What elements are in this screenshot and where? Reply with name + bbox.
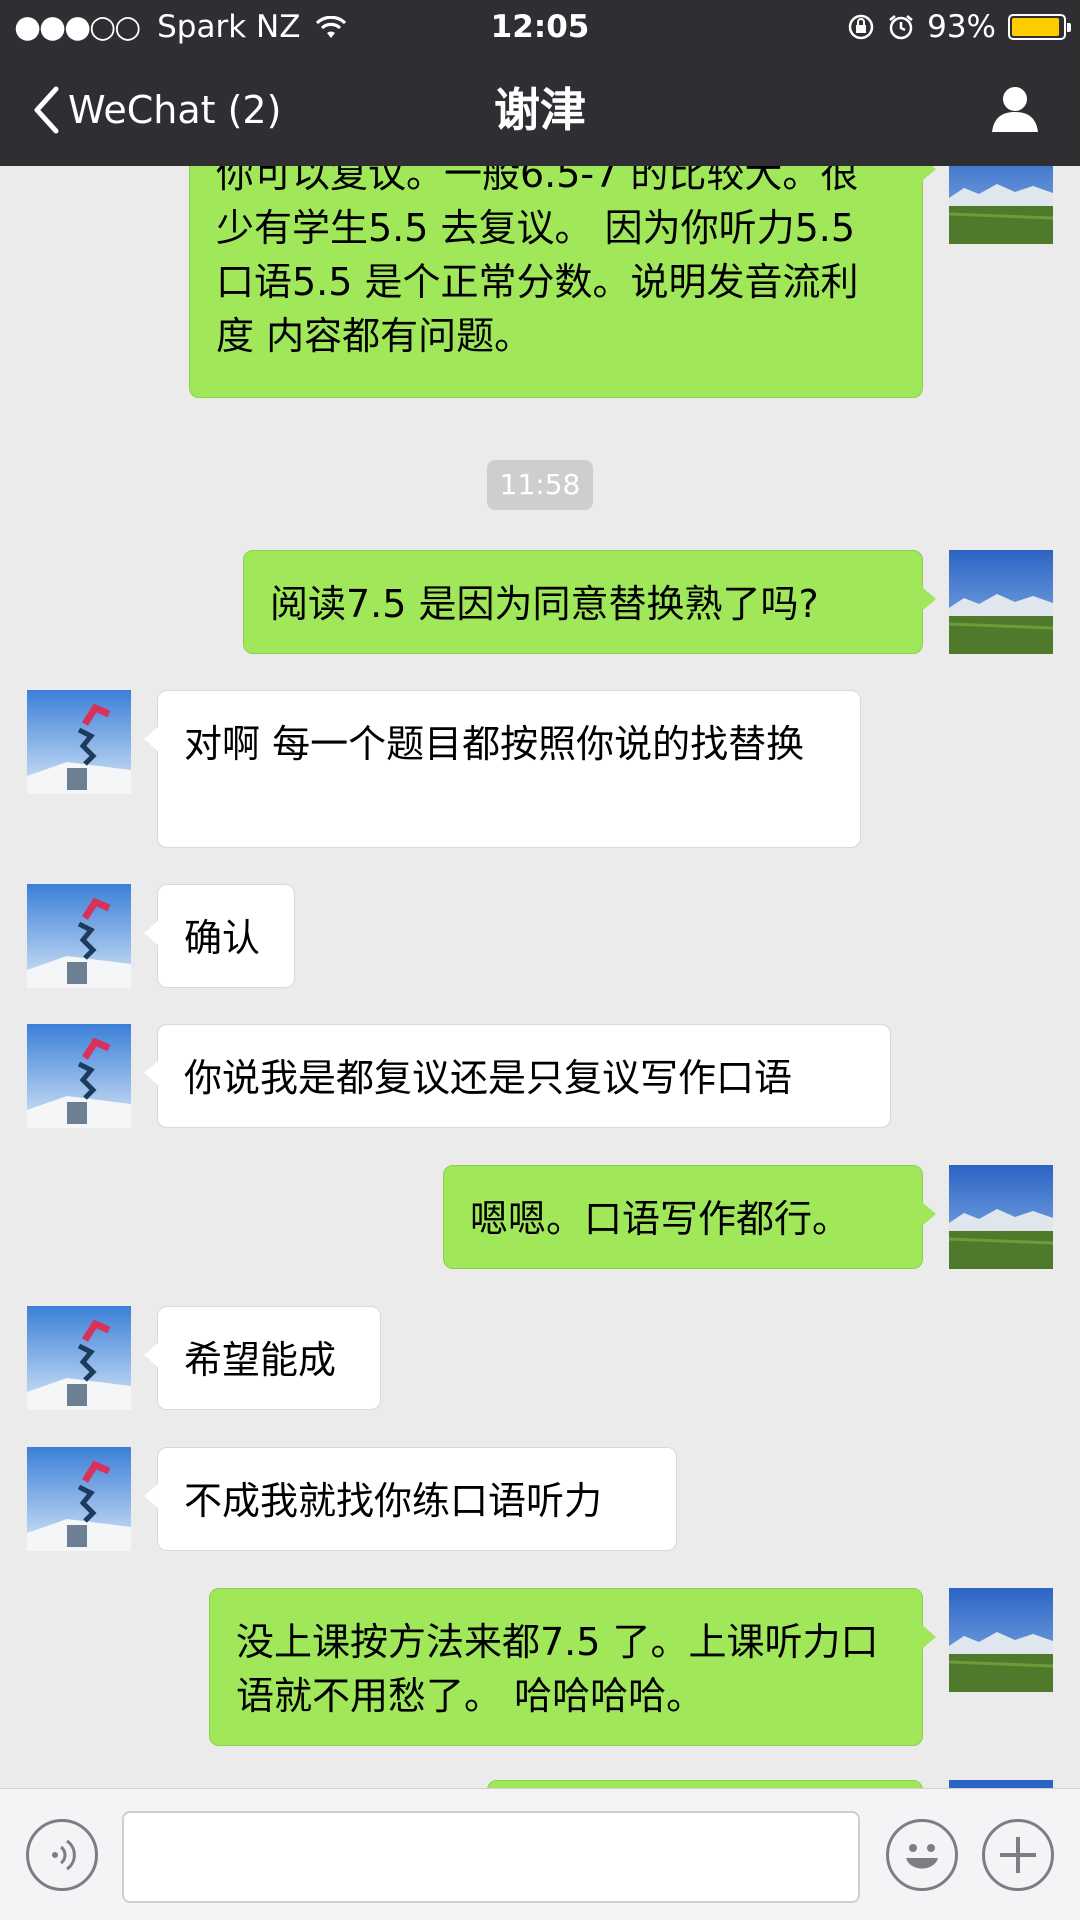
battery-icon xyxy=(1008,14,1071,40)
chat-area[interactable]: 你可以复议。一般6.5-7 的比较大。很少有学生5.5 去复议。 因为你听力5.… xyxy=(0,166,1080,1788)
contact-avatar[interactable] xyxy=(27,690,131,794)
plus-icon xyxy=(1000,1837,1036,1873)
message-bubble-outgoing[interactable]: 你可以复议。一般6.5-7 的比较大。很少有学生5.5 去复议。 因为你听力5.… xyxy=(189,166,936,398)
message-bubble-incoming[interactable]: 对啊 每一个题目都按照你说的找替换 xyxy=(144,690,861,848)
message-bubble-incoming[interactable]: 你说我是都复议还是只复议写作口语 xyxy=(144,1024,891,1128)
profile-button[interactable] xyxy=(990,84,1040,138)
my-avatar[interactable] xyxy=(949,1588,1053,1692)
message-bubble-outgoing[interactable]: 没上课按方法来都7.5 了。上课听力口语就不用愁了。 哈哈哈哈。 xyxy=(209,1588,936,1746)
my-avatar[interactable] xyxy=(949,166,1053,244)
nav-bar: WeChat (2) 谢津 xyxy=(0,54,1080,166)
contact-avatar[interactable] xyxy=(27,884,131,988)
contact-avatar[interactable] xyxy=(27,1306,131,1410)
timestamp: 11:58 xyxy=(487,460,593,510)
my-avatar[interactable] xyxy=(949,1780,1053,1788)
emoji-button[interactable] xyxy=(886,1819,958,1891)
message-bubble-outgoing[interactable]: 嗯嗯。口语写作都行。 xyxy=(443,1165,936,1269)
more-button[interactable] xyxy=(982,1819,1054,1891)
message-bubble-incoming[interactable]: 确认 xyxy=(144,884,295,988)
message-bubble-incoming[interactable]: 希望能成 xyxy=(144,1306,381,1410)
voice-icon xyxy=(52,1839,76,1871)
my-avatar[interactable] xyxy=(949,1165,1053,1269)
alarm-icon xyxy=(889,15,913,40)
battery-percent: 93% xyxy=(927,9,996,45)
message-input[interactable] xyxy=(122,1811,860,1903)
rotation-lock-icon xyxy=(848,14,874,40)
input-bar xyxy=(0,1788,1080,1920)
contact-avatar[interactable] xyxy=(27,1447,131,1551)
my-avatar[interactable] xyxy=(949,550,1053,654)
message-bubble-outgoing[interactable] xyxy=(487,1780,923,1788)
emoji-icon xyxy=(906,1844,938,1869)
voice-button[interactable] xyxy=(26,1819,98,1891)
contact-avatar[interactable] xyxy=(27,1024,131,1128)
status-bar: ●●●○○ Spark NZ 12:05 93% xyxy=(0,0,1080,54)
person-icon xyxy=(992,87,1038,132)
chat-title: 谢津 xyxy=(494,83,586,137)
message-bubble-outgoing[interactable]: 阅读7.5 是因为同意替换熟了吗? xyxy=(243,550,936,654)
message-bubble-incoming[interactable]: 不成我就找你练口语听力 xyxy=(144,1447,677,1551)
